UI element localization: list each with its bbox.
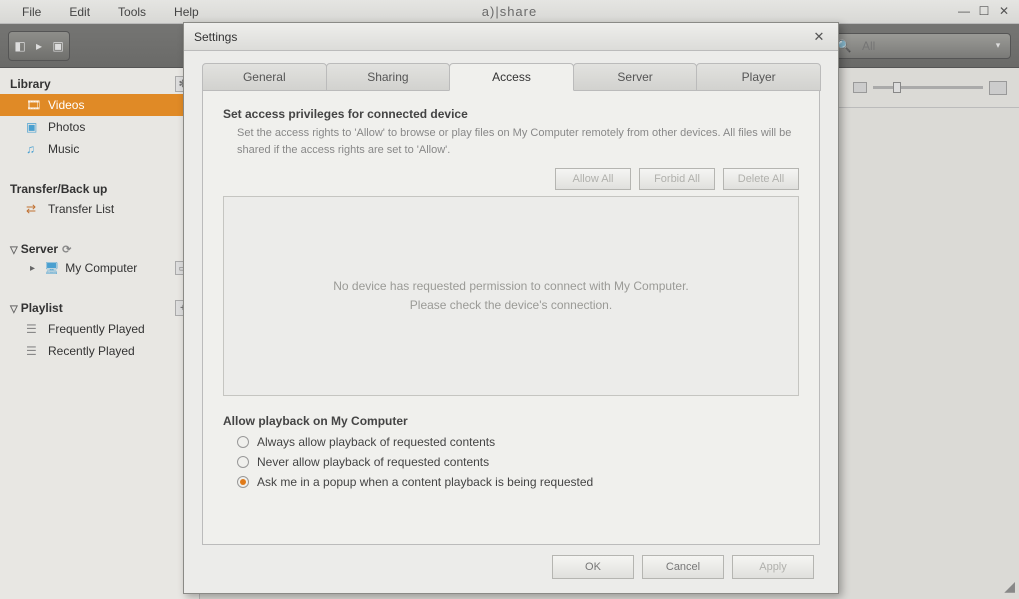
sidebar-item-music[interactable]: ♫ Music <box>0 138 199 160</box>
radio-ask-popup[interactable]: Ask me in a popup when a content playbac… <box>237 472 799 492</box>
sidebar-item-my-computer[interactable]: ▸ 🖥 My Computer ▭ <box>0 258 199 278</box>
empty-message-2: Please check the device's connection. <box>333 296 689 315</box>
access-section-desc: Set the access rights to 'Allow' to brow… <box>223 125 799 158</box>
resize-grip[interactable]: ◢ <box>1004 578 1015 595</box>
forbid-all-button[interactable]: Forbid All <box>639 168 715 190</box>
empty-message-1: No device has requested permission to co… <box>333 277 689 296</box>
dialog-title-text: Settings <box>194 30 237 44</box>
menu-tools[interactable]: Tools <box>104 2 160 22</box>
sidebar-item-label: Videos <box>48 98 84 112</box>
server-header: ▽Server ⟳ <box>0 238 199 258</box>
minimize-button[interactable]: — <box>955 3 973 19</box>
menu-help[interactable]: Help <box>160 2 213 22</box>
sidebar: Library ✻ 🎞 Videos ▣ Photos ♫ Music Tran… <box>0 68 200 599</box>
close-dialog-button[interactable]: ✕ <box>810 28 828 46</box>
playlist-icon: ☰ <box>26 344 42 358</box>
sidebar-item-videos[interactable]: 🎞 Videos <box>0 94 199 116</box>
sidebar-item-transfer-list[interactable]: ⇄ Transfer List <box>0 198 199 220</box>
zoom-slider[interactable] <box>873 86 983 89</box>
tab-player[interactable]: Player <box>696 63 821 91</box>
allow-all-button[interactable]: Allow All <box>555 168 631 190</box>
maximize-button[interactable]: ☐ <box>975 3 993 19</box>
tab-sharing[interactable]: Sharing <box>326 63 451 91</box>
sidebar-item-label: Music <box>48 142 79 156</box>
radio-label: Never allow playback of requested conten… <box>257 455 489 469</box>
sidebar-item-label: Photos <box>48 120 85 134</box>
radio-label: Always allow playback of requested conte… <box>257 435 495 449</box>
search-input[interactable] <box>856 39 986 53</box>
sidebar-item-label: Recently Played <box>48 344 135 358</box>
device-icon: ◧ <box>13 39 27 53</box>
expand-icon[interactable]: ▸ <box>30 263 35 274</box>
settings-dialog: Settings ✕ General Sharing Access Server… <box>183 22 839 594</box>
transfer-title: Transfer/Back up <box>10 182 107 196</box>
sidebar-item-recently-played[interactable]: ☰ Recently Played <box>0 340 199 362</box>
sidebar-item-frequently-played[interactable]: ☰ Frequently Played <box>0 318 199 340</box>
library-title: Library <box>10 77 51 91</box>
settings-tabs: General Sharing Access Server Player <box>202 63 820 91</box>
dialog-titlebar[interactable]: Settings ✕ <box>184 23 838 51</box>
playlist-icon: ☰ <box>26 322 42 336</box>
play-icon: ▸ <box>32 39 46 53</box>
radio-icon <box>237 436 249 448</box>
search-dropdown-icon[interactable]: ▾ <box>986 40 1010 51</box>
sidebar-item-label: My Computer <box>65 261 137 275</box>
tab-panel-access: Set access privileges for connected devi… <box>202 91 820 545</box>
sidebar-item-label: Frequently Played <box>48 322 145 336</box>
sidebar-item-photos[interactable]: ▣ Photos <box>0 116 199 138</box>
tab-general[interactable]: General <box>202 63 327 91</box>
cancel-button[interactable]: Cancel <box>642 555 724 579</box>
toolbar-view-mode[interactable]: ◧ ▸ ▣ <box>8 31 70 61</box>
radio-icon <box>237 456 249 468</box>
zoom-control[interactable] <box>853 81 1007 95</box>
menubar: a)|share File Edit Tools Help — ☐ ✕ <box>0 0 1019 24</box>
camera-icon: ▣ <box>51 39 65 53</box>
apply-button[interactable]: Apply <box>732 555 814 579</box>
library-header: Library ✻ <box>0 72 199 94</box>
video-icon: 🎞 <box>26 98 42 112</box>
transfer-icon: ⇄ <box>26 202 42 216</box>
radio-never-allow[interactable]: Never allow playback of requested conten… <box>237 452 799 472</box>
playback-section-title: Allow playback on My Computer <box>223 414 799 428</box>
tab-server[interactable]: Server <box>573 63 698 91</box>
zoom-large-icon[interactable] <box>989 81 1007 95</box>
menu-edit[interactable]: Edit <box>55 2 104 22</box>
photo-icon: ▣ <box>26 120 42 134</box>
delete-all-button[interactable]: Delete All <box>723 168 799 190</box>
chevron-down-icon[interactable]: ▽ <box>10 245 18 256</box>
close-window-button[interactable]: ✕ <box>995 3 1013 19</box>
chevron-down-icon[interactable]: ▽ <box>10 304 18 315</box>
device-list-empty: No device has requested permission to co… <box>223 196 799 396</box>
menu-file[interactable]: File <box>8 2 55 22</box>
radio-icon <box>237 476 249 488</box>
refresh-icon[interactable]: ⟳ <box>62 244 71 256</box>
tab-access[interactable]: Access <box>449 63 574 91</box>
sidebar-item-label: Transfer List <box>48 202 114 216</box>
zoom-small-icon[interactable] <box>853 82 867 93</box>
transfer-header: Transfer/Back up <box>0 178 199 198</box>
playlist-title: Playlist <box>21 301 63 315</box>
server-title: Server <box>21 242 58 256</box>
radio-always-allow[interactable]: Always allow playback of requested conte… <box>237 432 799 452</box>
radio-label: Ask me in a popup when a content playbac… <box>257 475 593 489</box>
access-section-title: Set access privileges for connected devi… <box>223 107 799 121</box>
music-icon: ♫ <box>26 142 42 156</box>
search-box[interactable]: 🔍 ▾ <box>831 33 1011 59</box>
playlist-header: ▽Playlist + <box>0 296 199 318</box>
ok-button[interactable]: OK <box>552 555 634 579</box>
computer-icon: 🖥 <box>44 261 59 275</box>
